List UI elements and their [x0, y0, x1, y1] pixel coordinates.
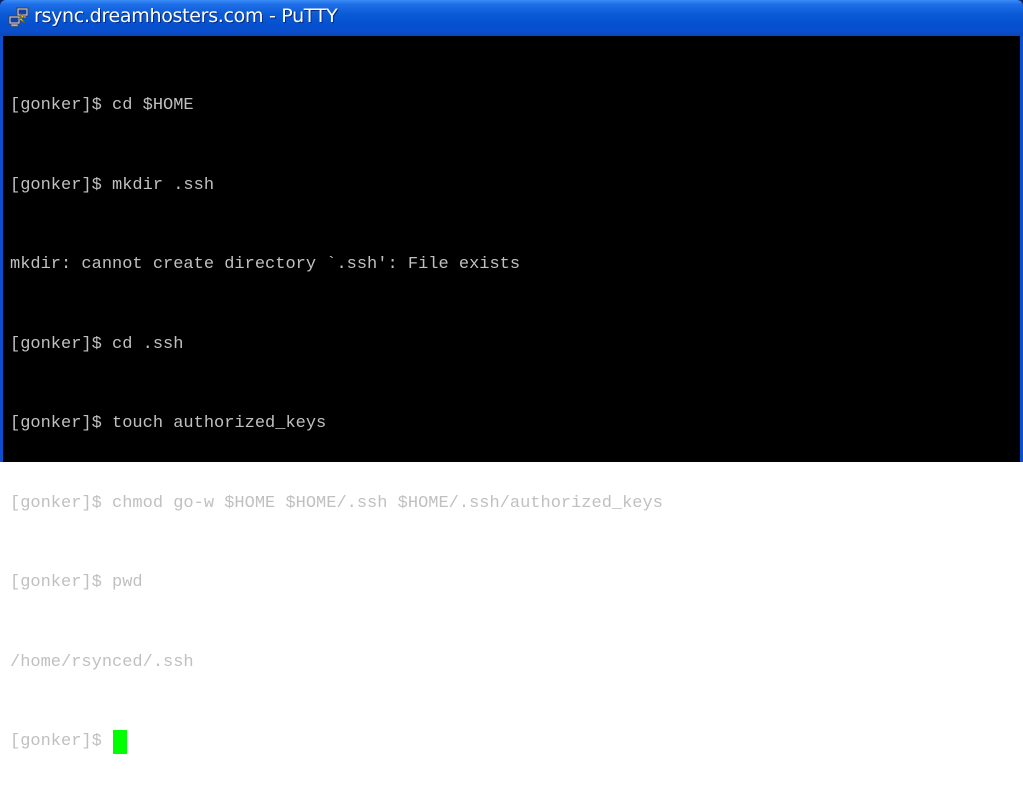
current-prompt-line[interactable]: [gonker]$ — [10, 729, 1010, 756]
terminal-line: /home/rsynced/.ssh — [10, 652, 194, 672]
terminal-area[interactable]: [gonker]$ cd $HOME [gonker]$ mkdir .ssh … — [0, 36, 1023, 755]
terminal-line: [gonker]$ cd .ssh — [10, 334, 184, 354]
terminal-line: [gonker]$ chmod go-w $HOME $HOME/.ssh $H… — [10, 493, 663, 513]
terminal-line: [gonker]$ mkdir .ssh — [10, 175, 215, 195]
terminal-line: [gonker]$ touch authorized_keys — [10, 414, 327, 433]
text-cursor — [113, 730, 128, 755]
prompt-text: [gonker]$ — [10, 732, 113, 751]
putty-window: rsync.dreamhosters.com - PuTTY [gonker]$… — [0, 0, 1023, 755]
putty-icon[interactable] — [8, 7, 30, 29]
terminal-line: [gonker]$ cd $HOME — [10, 96, 194, 115]
terminal-line: [gonker]$ pwd — [10, 573, 143, 592]
title-bar[interactable]: rsync.dreamhosters.com - PuTTY — [0, 0, 1023, 36]
terminal-output: [gonker]$ cd $HOME [gonker]$ mkdir .ssh … — [10, 40, 1010, 809]
window-title: rsync.dreamhosters.com - PuTTY — [34, 5, 338, 27]
terminal-line: mkdir: cannot create directory `.ssh': F… — [10, 255, 521, 274]
